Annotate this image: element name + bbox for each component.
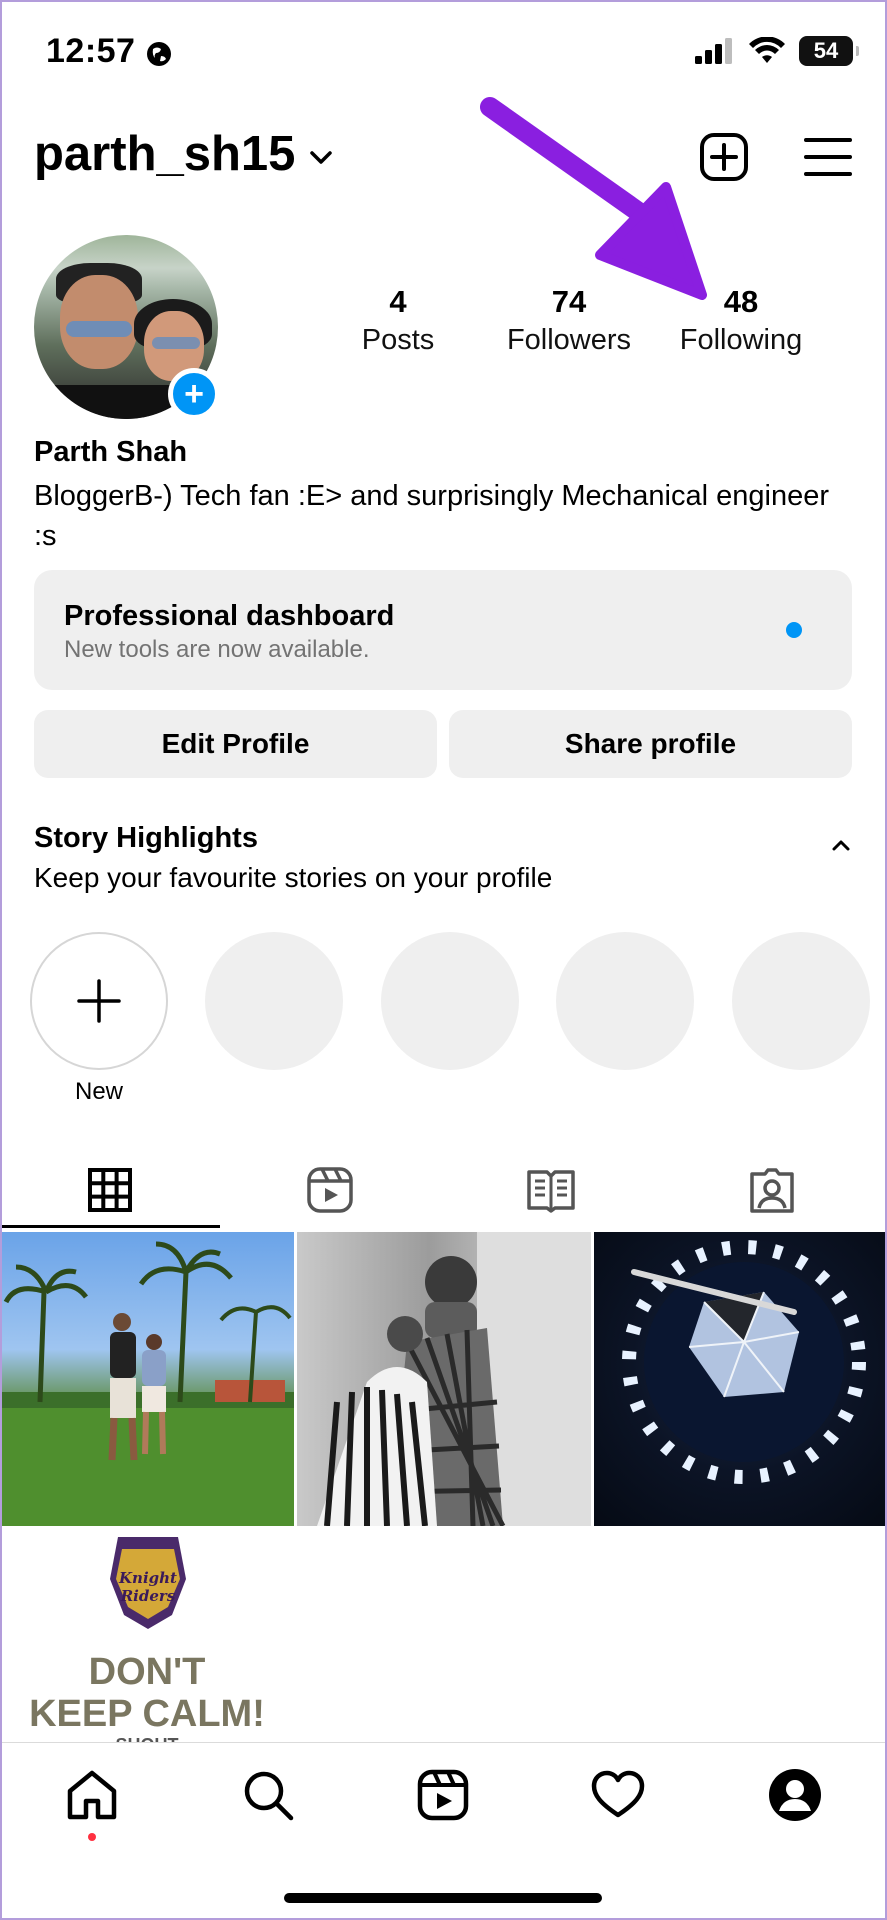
status-time: 12:57 — [46, 32, 136, 70]
guide-icon — [527, 1170, 575, 1213]
stat-posts[interactable]: 4 Posts — [318, 284, 478, 357]
highlights-title: Story Highlights — [34, 822, 258, 854]
avatar-figure — [152, 337, 200, 349]
highlight-placeholder — [556, 932, 694, 1070]
highlight-placeholder — [381, 932, 519, 1070]
profile-icon[interactable] — [767, 1767, 823, 1823]
new-highlight-label: New — [74, 1078, 123, 1105]
signal-icon — [695, 38, 732, 64]
profile-tabs — [0, 1150, 887, 1230]
post-image — [317, 1232, 591, 1526]
account-switcher[interactable]: parth_sh15 — [34, 126, 333, 182]
heart-icon[interactable] — [590, 1767, 646, 1823]
reels-icon — [307, 1167, 353, 1213]
wifi-icon — [749, 37, 785, 63]
username-label: parth_sh15 — [34, 127, 296, 181]
profile-name: Parth Shah — [34, 436, 188, 468]
notification-dot — [786, 622, 802, 638]
grid-icon — [88, 1168, 132, 1212]
profile-bio: BloggerB-) Tech fan :E> and surprisingly… — [34, 480, 829, 552]
stat-followers[interactable]: 74 Followers — [489, 284, 649, 357]
highlight-placeholder — [732, 932, 870, 1070]
annotation-arrow — [480, 97, 707, 300]
chevron-down-icon — [310, 151, 333, 164]
post-bw-couple[interactable] — [297, 1232, 591, 1526]
status-right: 54 — [695, 36, 859, 66]
globe-icon — [147, 42, 171, 66]
notification-dot — [88, 1833, 96, 1841]
menu-icon[interactable] — [803, 132, 853, 182]
plus-icon — [77, 979, 121, 1023]
stat-label: Following — [679, 324, 803, 356]
bottom-nav — [0, 1742, 887, 1842]
highlights-subtitle: Keep your favourite stories on your prof… — [34, 862, 553, 893]
post-image — [0, 1241, 294, 1526]
active-tab-indicator — [0, 1225, 220, 1228]
stat-following[interactable]: 48 Following — [661, 284, 821, 357]
status-bar: 12:57 54 — [0, 0, 887, 100]
home-icon[interactable] — [64, 1767, 120, 1823]
edit-profile-button[interactable]: Edit Profile — [34, 710, 437, 778]
new-highlight-button[interactable] — [30, 932, 168, 1070]
post-resort-couple[interactable] — [0, 1232, 294, 1526]
kkr-logo-text: Knight Riders — [119, 1569, 177, 1605]
avatar-figure — [66, 321, 132, 337]
post-text: DON'T — [88, 1651, 206, 1693]
home-indicator — [284, 1893, 602, 1903]
reels-nav-icon[interactable] — [415, 1767, 471, 1823]
tab-reels[interactable] — [220, 1150, 440, 1230]
tab-guides[interactable] — [441, 1150, 661, 1230]
stat-label: Followers — [506, 324, 632, 356]
add-story-button[interactable]: + — [168, 368, 220, 420]
tab-grid[interactable] — [0, 1150, 220, 1230]
plus-icon: + — [184, 375, 204, 413]
battery-indicator: 54 — [799, 36, 859, 66]
search-icon[interactable] — [240, 1767, 296, 1823]
post-text: KEEP CALM! — [29, 1693, 265, 1735]
stat-label: Posts — [361, 324, 435, 356]
tab-tagged[interactable] — [662, 1150, 882, 1230]
highlight-placeholder — [205, 932, 343, 1070]
dashboard-subtitle: New tools are now available. — [64, 636, 370, 663]
post-image — [622, 1240, 866, 1484]
professional-dashboard[interactable]: Professional dashboard New tools are now… — [34, 570, 852, 690]
dashboard-title: Professional dashboard — [64, 600, 395, 632]
tagged-icon — [750, 1168, 794, 1213]
stat-value: 4 — [389, 284, 407, 319]
stat-value: 74 — [551, 284, 587, 319]
post-diamond[interactable] — [594, 1232, 887, 1526]
new-post-icon[interactable] — [699, 132, 749, 182]
chevron-up-icon[interactable] — [829, 834, 853, 858]
share-profile-button[interactable]: Share profile — [449, 710, 852, 778]
stat-value: 48 — [723, 284, 759, 319]
